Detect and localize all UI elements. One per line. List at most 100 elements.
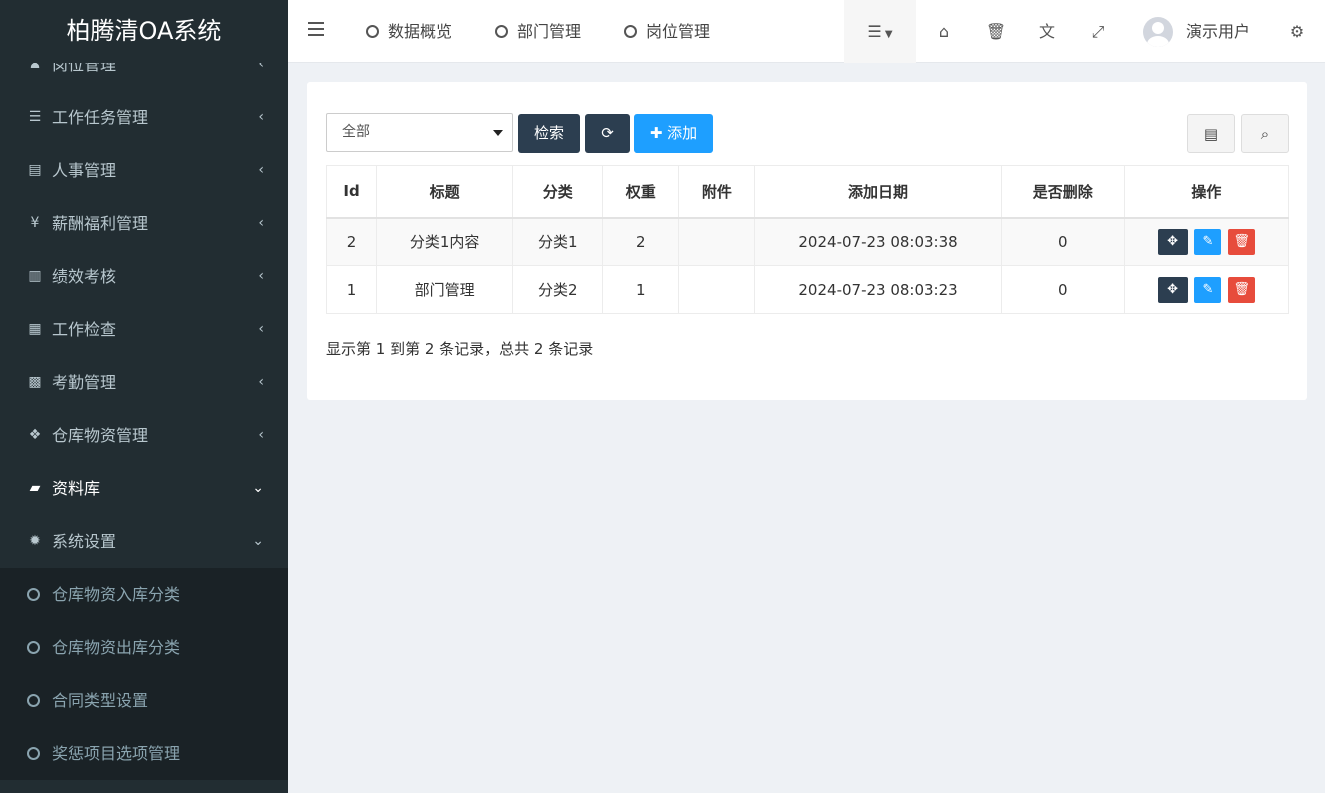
refresh-button[interactable]: ⟳ bbox=[585, 114, 630, 153]
sidebar-item-performance[interactable]: ▥ 绩效考核 ‹ bbox=[0, 250, 288, 303]
caret-down-icon bbox=[493, 130, 503, 136]
sidebar-item-label: 资料库 bbox=[52, 479, 101, 498]
edit-button[interactable]: ✎ bbox=[1194, 228, 1222, 255]
list-icon: ☰ bbox=[867, 22, 882, 41]
menu-toggle-icon[interactable] bbox=[308, 22, 324, 40]
tab-list-dropdown[interactable]: ☰ ▼ bbox=[844, 0, 916, 63]
pencil-icon: ✎ bbox=[1202, 233, 1214, 249]
sidebar-item-library[interactable]: ▰ 资料库 ⌄ bbox=[0, 462, 288, 515]
translate-icon[interactable]: 文 bbox=[1025, 0, 1069, 63]
cell-deleted: 0 bbox=[1000, 265, 1125, 314]
chevron-down-icon: ⌄ bbox=[252, 533, 264, 549]
sidebar-item-inspection[interactable]: ▦ 工作检查 ‹ bbox=[0, 303, 288, 356]
submenu-item-inbound-category[interactable]: 仓库物资入库分类 bbox=[0, 568, 288, 621]
add-button-label: 添加 bbox=[667, 124, 698, 142]
cell-date: 2024-07-23 08:03:38 bbox=[754, 217, 1002, 266]
tab-data-overview[interactable]: 数据概览 bbox=[366, 0, 452, 63]
cell-weight: 1 bbox=[602, 265, 680, 314]
chevron-left-icon: ‹ bbox=[258, 268, 264, 284]
gear-icon: ✹ bbox=[29, 533, 41, 549]
sidebar-item-label: 考勤管理 bbox=[52, 373, 117, 392]
cell-title: 部门管理 bbox=[376, 265, 514, 314]
home-icon[interactable]: ⌂ bbox=[922, 0, 966, 63]
cell-id: 1 bbox=[325, 265, 378, 314]
circle-icon bbox=[624, 25, 637, 38]
calendar-icon: ▩ bbox=[28, 374, 42, 390]
columns-toggle-button[interactable]: ▤ bbox=[1187, 114, 1235, 153]
content-panel: 全部 检索 ⟳ ✚ 添加 ▤ ⌕ Id 标题 分类 权重 附件 添加日期 是否删… bbox=[307, 82, 1307, 400]
delete-button[interactable]: 🗑 bbox=[1228, 228, 1256, 255]
search-toggle-button[interactable]: ⌕ bbox=[1241, 114, 1289, 153]
app-title: 柏腾清OA系统 bbox=[0, 0, 288, 63]
cell-actions: ✥ ✎ 🗑 bbox=[1123, 265, 1290, 314]
column-header[interactable]: 是否删除 bbox=[1000, 165, 1125, 219]
sidebar-item-hr[interactable]: ▤ 人事管理 ‹ bbox=[0, 144, 288, 197]
column-header: 操作 bbox=[1123, 165, 1290, 219]
sidebar-item-tasks[interactable]: ☰ 工作任务管理 ‹ bbox=[0, 91, 288, 144]
delete-button[interactable]: 🗑 bbox=[1228, 276, 1256, 303]
avatar[interactable] bbox=[1143, 17, 1173, 47]
table-row[interactable]: 1 部门管理 分类2 1 2024-07-23 08:03:23 0 ✥ ✎ 🗑 bbox=[325, 265, 1290, 314]
caret-down-icon: ▼ bbox=[881, 29, 893, 40]
cell-attachment bbox=[678, 217, 756, 266]
sidebar-item-label: 人事管理 bbox=[52, 161, 117, 180]
circle-icon bbox=[27, 694, 40, 707]
submenu-item-label: 奖惩项目选项管理 bbox=[52, 744, 181, 763]
submenu-item-outbound-category[interactable]: 仓库物资出库分类 bbox=[0, 621, 288, 674]
plus-icon: ✚ bbox=[649, 124, 663, 142]
data-table: Id 标题 分类 权重 附件 添加日期 是否删除 操作 2 分类1内容 分类1 … bbox=[325, 165, 1290, 314]
sidebar-menu: ♟ 岗位管理 ‹ ☰ 工作任务管理 ‹ ▤ 人事管理 ‹ ¥ 薪酬福利管理 ‹ … bbox=[0, 38, 288, 780]
chevron-left-icon: ‹ bbox=[258, 109, 264, 125]
chevron-left-icon: ‹ bbox=[258, 321, 264, 337]
drag-sort-button[interactable]: ✥ bbox=[1157, 276, 1188, 303]
list-icon: ☰ bbox=[28, 109, 42, 125]
sidebar-item-warehouse[interactable]: ❖ 仓库物资管理 ‹ bbox=[0, 409, 288, 462]
calculator-icon: ▦ bbox=[28, 321, 42, 337]
sidebar-item-attendance[interactable]: ▩ 考勤管理 ‹ bbox=[0, 356, 288, 409]
tab-label: 数据概览 bbox=[388, 22, 453, 41]
gears-icon[interactable]: ⚙ bbox=[1275, 0, 1319, 63]
cell-title: 分类1内容 bbox=[376, 217, 514, 266]
tab-department[interactable]: 部门管理 bbox=[495, 0, 581, 63]
sidebar-item-label: 工作检查 bbox=[52, 320, 117, 339]
column-header[interactable]: Id bbox=[325, 165, 378, 219]
column-header[interactable]: 添加日期 bbox=[754, 165, 1002, 219]
user-name[interactable]: 演示用户 bbox=[1186, 0, 1250, 63]
move-icon: ✥ bbox=[1167, 233, 1179, 249]
filter-select[interactable]: 全部 bbox=[326, 113, 513, 152]
column-header[interactable]: 标题 bbox=[376, 165, 514, 219]
sidebar-item-label: 薪酬福利管理 bbox=[52, 214, 149, 233]
sidebar-item-salary[interactable]: ¥ 薪酬福利管理 ‹ bbox=[0, 197, 288, 250]
submenu-item-contract-type[interactable]: 合同类型设置 bbox=[0, 674, 288, 727]
column-header[interactable]: 附件 bbox=[678, 165, 756, 219]
add-button[interactable]: ✚ 添加 bbox=[634, 114, 713, 153]
columns-icon: ▤ bbox=[1203, 125, 1219, 143]
chevron-down-icon: ⌄ bbox=[252, 480, 264, 496]
pencil-icon: ✎ bbox=[1202, 281, 1214, 297]
sidebar-item-label: 仓库物资管理 bbox=[52, 426, 149, 445]
sidebar-item-settings[interactable]: ✹ 系统设置 ⌄ bbox=[0, 515, 288, 568]
top-header: 数据概览 部门管理 岗位管理 ☰ ▼ ⌂ 🗑 文 ⤢ 演示用户 ⚙ bbox=[288, 0, 1325, 63]
move-icon: ✥ bbox=[1167, 281, 1179, 297]
table-row[interactable]: 2 分类1内容 分类1 2 2024-07-23 08:03:38 0 ✥ ✎ … bbox=[325, 217, 1290, 266]
refresh-icon: ⟳ bbox=[601, 124, 614, 142]
trash-icon[interactable]: 🗑 bbox=[974, 0, 1018, 63]
circle-icon bbox=[27, 641, 40, 654]
column-header[interactable]: 权重 bbox=[602, 165, 680, 219]
drag-sort-button[interactable]: ✥ bbox=[1157, 228, 1188, 255]
cell-category: 分类2 bbox=[512, 265, 604, 314]
fullscreen-icon[interactable]: ⤢ bbox=[1076, 0, 1120, 63]
tab-label: 部门管理 bbox=[517, 22, 582, 41]
search-button[interactable]: 检索 bbox=[518, 114, 580, 153]
edit-button[interactable]: ✎ bbox=[1194, 276, 1222, 303]
submenu-item-label: 仓库物资出库分类 bbox=[52, 638, 181, 657]
id-card-icon: ▤ bbox=[28, 162, 42, 178]
column-header[interactable]: 分类 bbox=[512, 165, 604, 219]
tab-position[interactable]: 岗位管理 bbox=[624, 0, 710, 63]
submenu-item-reward-punish[interactable]: 奖惩项目选项管理 bbox=[0, 727, 288, 780]
chevron-left-icon: ‹ bbox=[258, 215, 264, 231]
trash-icon: 🗑 bbox=[1233, 233, 1250, 249]
cell-deleted: 0 bbox=[1000, 217, 1125, 266]
circle-icon bbox=[366, 25, 379, 38]
book-icon: ▰ bbox=[29, 480, 41, 496]
